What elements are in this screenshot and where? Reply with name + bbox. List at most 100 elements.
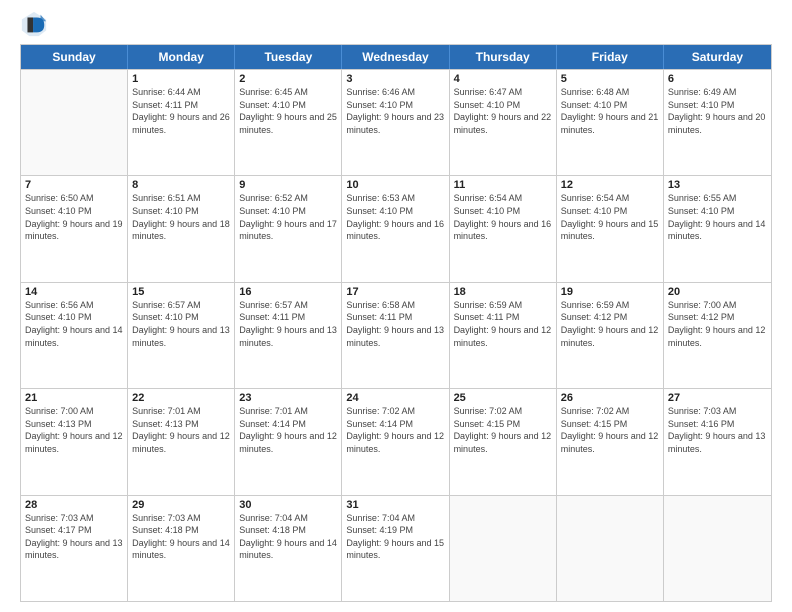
header [20,10,772,38]
day-info: Sunrise: 7:04 AMSunset: 4:18 PMDaylight:… [239,512,337,562]
day-number: 30 [239,499,337,511]
day-cell-30: 30Sunrise: 7:04 AMSunset: 4:18 PMDayligh… [235,496,342,601]
day-info: Sunrise: 6:58 AMSunset: 4:11 PMDaylight:… [346,299,444,349]
day-number: 5 [561,73,659,85]
day-number: 25 [454,392,552,404]
day-cell-18: 18Sunrise: 6:59 AMSunset: 4:11 PMDayligh… [450,283,557,388]
day-cell-5: 5Sunrise: 6:48 AMSunset: 4:10 PMDaylight… [557,70,664,175]
day-info: Sunrise: 6:57 AMSunset: 4:10 PMDaylight:… [132,299,230,349]
day-number: 4 [454,73,552,85]
day-cell-22: 22Sunrise: 7:01 AMSunset: 4:13 PMDayligh… [128,389,235,494]
day-header-sunday: Sunday [21,45,128,69]
calendar-week-4: 21Sunrise: 7:00 AMSunset: 4:13 PMDayligh… [21,388,771,494]
day-number: 21 [25,392,123,404]
day-number: 2 [239,73,337,85]
day-number: 3 [346,73,444,85]
calendar-header: SundayMondayTuesdayWednesdayThursdayFrid… [21,45,771,69]
day-number: 23 [239,392,337,404]
day-cell-13: 13Sunrise: 6:55 AMSunset: 4:10 PMDayligh… [664,176,771,281]
day-cell-1: 1Sunrise: 6:44 AMSunset: 4:11 PMDaylight… [128,70,235,175]
day-cell-23: 23Sunrise: 7:01 AMSunset: 4:14 PMDayligh… [235,389,342,494]
day-number: 29 [132,499,230,511]
day-number: 20 [668,286,767,298]
logo [20,10,52,38]
day-cell-20: 20Sunrise: 7:00 AMSunset: 4:12 PMDayligh… [664,283,771,388]
calendar-body: 1Sunrise: 6:44 AMSunset: 4:11 PMDaylight… [21,69,771,601]
day-number: 13 [668,179,767,191]
day-cell-9: 9Sunrise: 6:52 AMSunset: 4:10 PMDaylight… [235,176,342,281]
day-cell-26: 26Sunrise: 7:02 AMSunset: 4:15 PMDayligh… [557,389,664,494]
day-cell-10: 10Sunrise: 6:53 AMSunset: 4:10 PMDayligh… [342,176,449,281]
day-number: 18 [454,286,552,298]
day-info: Sunrise: 6:53 AMSunset: 4:10 PMDaylight:… [346,192,444,242]
day-number: 26 [561,392,659,404]
day-info: Sunrise: 7:01 AMSunset: 4:13 PMDaylight:… [132,405,230,455]
day-number: 17 [346,286,444,298]
day-number: 14 [25,286,123,298]
day-number: 10 [346,179,444,191]
calendar-week-2: 7Sunrise: 6:50 AMSunset: 4:10 PMDaylight… [21,175,771,281]
day-number: 31 [346,499,444,511]
day-cell-28: 28Sunrise: 7:03 AMSunset: 4:17 PMDayligh… [21,496,128,601]
day-info: Sunrise: 6:47 AMSunset: 4:10 PMDaylight:… [454,86,552,136]
day-info: Sunrise: 7:02 AMSunset: 4:14 PMDaylight:… [346,405,444,455]
day-cell-16: 16Sunrise: 6:57 AMSunset: 4:11 PMDayligh… [235,283,342,388]
day-info: Sunrise: 6:57 AMSunset: 4:11 PMDaylight:… [239,299,337,349]
day-info: Sunrise: 6:51 AMSunset: 4:10 PMDaylight:… [132,192,230,242]
day-number: 22 [132,392,230,404]
empty-cell [664,496,771,601]
day-info: Sunrise: 7:02 AMSunset: 4:15 PMDaylight:… [561,405,659,455]
day-cell-31: 31Sunrise: 7:04 AMSunset: 4:19 PMDayligh… [342,496,449,601]
day-info: Sunrise: 7:00 AMSunset: 4:12 PMDaylight:… [668,299,767,349]
day-info: Sunrise: 7:01 AMSunset: 4:14 PMDaylight:… [239,405,337,455]
logo-icon [20,10,48,38]
day-cell-3: 3Sunrise: 6:46 AMSunset: 4:10 PMDaylight… [342,70,449,175]
day-info: Sunrise: 6:54 AMSunset: 4:10 PMDaylight:… [454,192,552,242]
day-number: 1 [132,73,230,85]
calendar: SundayMondayTuesdayWednesdayThursdayFrid… [20,44,772,602]
calendar-week-3: 14Sunrise: 6:56 AMSunset: 4:10 PMDayligh… [21,282,771,388]
empty-cell [21,70,128,175]
day-info: Sunrise: 7:02 AMSunset: 4:15 PMDaylight:… [454,405,552,455]
day-info: Sunrise: 6:59 AMSunset: 4:12 PMDaylight:… [561,299,659,349]
day-info: Sunrise: 6:54 AMSunset: 4:10 PMDaylight:… [561,192,659,242]
day-cell-4: 4Sunrise: 6:47 AMSunset: 4:10 PMDaylight… [450,70,557,175]
day-header-thursday: Thursday [450,45,557,69]
day-info: Sunrise: 6:50 AMSunset: 4:10 PMDaylight:… [25,192,123,242]
day-header-wednesday: Wednesday [342,45,449,69]
day-info: Sunrise: 6:48 AMSunset: 4:10 PMDaylight:… [561,86,659,136]
day-number: 16 [239,286,337,298]
day-number: 12 [561,179,659,191]
empty-cell [450,496,557,601]
day-cell-8: 8Sunrise: 6:51 AMSunset: 4:10 PMDaylight… [128,176,235,281]
day-cell-29: 29Sunrise: 7:03 AMSunset: 4:18 PMDayligh… [128,496,235,601]
day-cell-19: 19Sunrise: 6:59 AMSunset: 4:12 PMDayligh… [557,283,664,388]
day-info: Sunrise: 6:44 AMSunset: 4:11 PMDaylight:… [132,86,230,136]
day-info: Sunrise: 6:56 AMSunset: 4:10 PMDaylight:… [25,299,123,349]
day-cell-17: 17Sunrise: 6:58 AMSunset: 4:11 PMDayligh… [342,283,449,388]
day-cell-12: 12Sunrise: 6:54 AMSunset: 4:10 PMDayligh… [557,176,664,281]
day-number: 27 [668,392,767,404]
day-number: 9 [239,179,337,191]
day-number: 11 [454,179,552,191]
page: SundayMondayTuesdayWednesdayThursdayFrid… [0,0,792,612]
day-info: Sunrise: 6:45 AMSunset: 4:10 PMDaylight:… [239,86,337,136]
day-cell-11: 11Sunrise: 6:54 AMSunset: 4:10 PMDayligh… [450,176,557,281]
day-info: Sunrise: 7:00 AMSunset: 4:13 PMDaylight:… [25,405,123,455]
day-number: 8 [132,179,230,191]
day-cell-21: 21Sunrise: 7:00 AMSunset: 4:13 PMDayligh… [21,389,128,494]
day-cell-7: 7Sunrise: 6:50 AMSunset: 4:10 PMDaylight… [21,176,128,281]
day-cell-24: 24Sunrise: 7:02 AMSunset: 4:14 PMDayligh… [342,389,449,494]
day-header-saturday: Saturday [664,45,771,69]
day-info: Sunrise: 6:59 AMSunset: 4:11 PMDaylight:… [454,299,552,349]
day-info: Sunrise: 6:49 AMSunset: 4:10 PMDaylight:… [668,86,767,136]
day-info: Sunrise: 7:03 AMSunset: 4:18 PMDaylight:… [132,512,230,562]
day-number: 24 [346,392,444,404]
day-info: Sunrise: 7:03 AMSunset: 4:17 PMDaylight:… [25,512,123,562]
day-info: Sunrise: 6:52 AMSunset: 4:10 PMDaylight:… [239,192,337,242]
day-number: 15 [132,286,230,298]
day-number: 6 [668,73,767,85]
day-info: Sunrise: 6:55 AMSunset: 4:10 PMDaylight:… [668,192,767,242]
day-cell-25: 25Sunrise: 7:02 AMSunset: 4:15 PMDayligh… [450,389,557,494]
day-number: 28 [25,499,123,511]
